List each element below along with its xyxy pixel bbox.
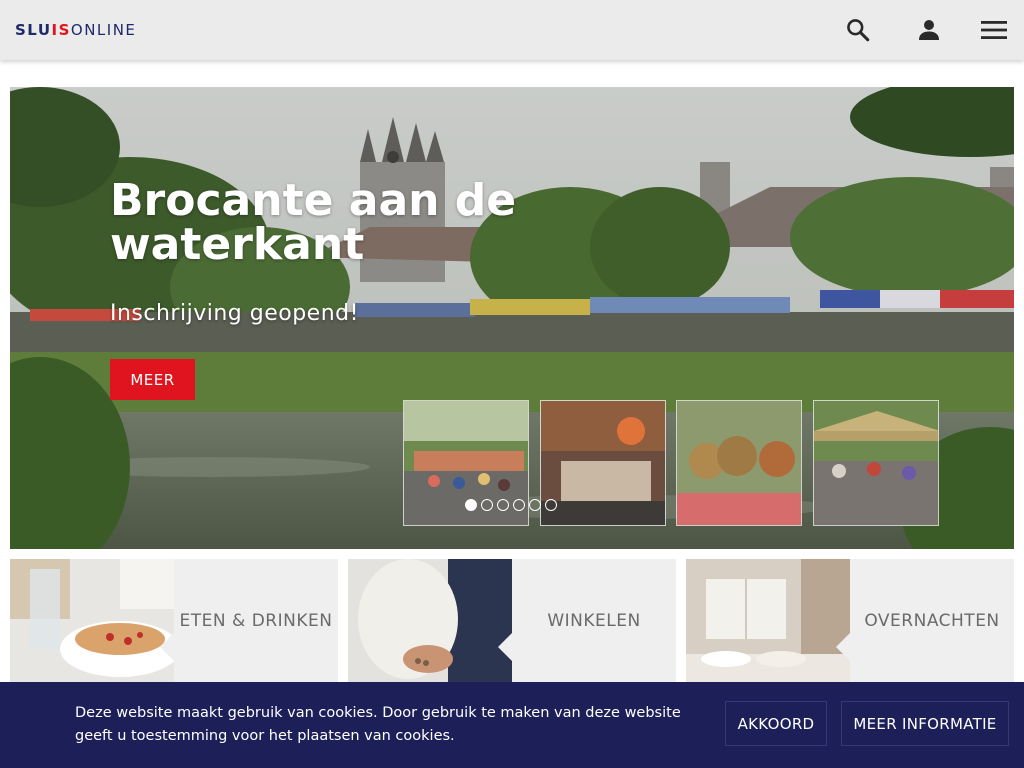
hero-title: Brocante aan de waterkant — [110, 175, 517, 270]
account-button[interactable] — [911, 12, 947, 48]
cookie-accept-button[interactable]: AKKOORD — [725, 701, 827, 746]
thumbnail-3[interactable] — [676, 400, 802, 526]
search-icon — [847, 19, 870, 42]
site-header: SLUISONLINE — [0, 0, 1024, 60]
hero-subtitle: Inschrijving geopend! — [110, 301, 359, 326]
slider-dot-3[interactable] — [497, 499, 509, 511]
logo[interactable]: SLUISONLINE — [15, 21, 136, 39]
tile-image-hotel — [686, 559, 850, 682]
user-icon — [919, 20, 939, 40]
logo-text-2: IS — [51, 21, 71, 39]
tile-winkelen[interactable]: WINKELEN — [348, 559, 676, 682]
slider-dot-2[interactable] — [481, 499, 493, 511]
thumbnail-2[interactable] — [540, 400, 666, 526]
slider-dot-1[interactable] — [465, 499, 477, 511]
logo-text-1: SLU — [15, 21, 52, 39]
cookie-message: Deze website maakt gebruik van cookies. … — [75, 705, 681, 744]
search-button[interactable] — [840, 12, 876, 48]
tile-label: WINKELEN — [547, 610, 641, 631]
tile-overnachten[interactable]: OVERNACHTEN — [686, 559, 1014, 682]
tile-image-shopping — [348, 559, 512, 682]
slider-dot-4[interactable] — [513, 499, 525, 511]
thumbnail-4[interactable] — [813, 400, 939, 526]
slider-dot-6[interactable] — [545, 499, 557, 511]
cookie-banner: Deze website maakt gebruik van cookies. … — [0, 682, 1024, 768]
menu-icon — [981, 21, 1007, 39]
slider-pagination — [465, 499, 557, 511]
logo-text-3: ONLINE — [70, 21, 137, 39]
tile-eten-drinken[interactable]: ETEN & DRINKEN — [10, 559, 338, 682]
hero-slider: Brocante aan de waterkant Inschrijving g… — [10, 87, 1014, 549]
tile-label: ETEN & DRINKEN — [179, 610, 333, 631]
tile-image-food — [10, 559, 174, 682]
slider-dot-5[interactable] — [529, 499, 541, 511]
menu-button[interactable] — [976, 12, 1012, 48]
tile-label: OVERNACHTEN — [864, 610, 1000, 631]
hero-more-button[interactable]: MEER — [110, 359, 195, 400]
cookie-more-info-button[interactable]: MEER INFORMATIE — [841, 701, 1009, 746]
